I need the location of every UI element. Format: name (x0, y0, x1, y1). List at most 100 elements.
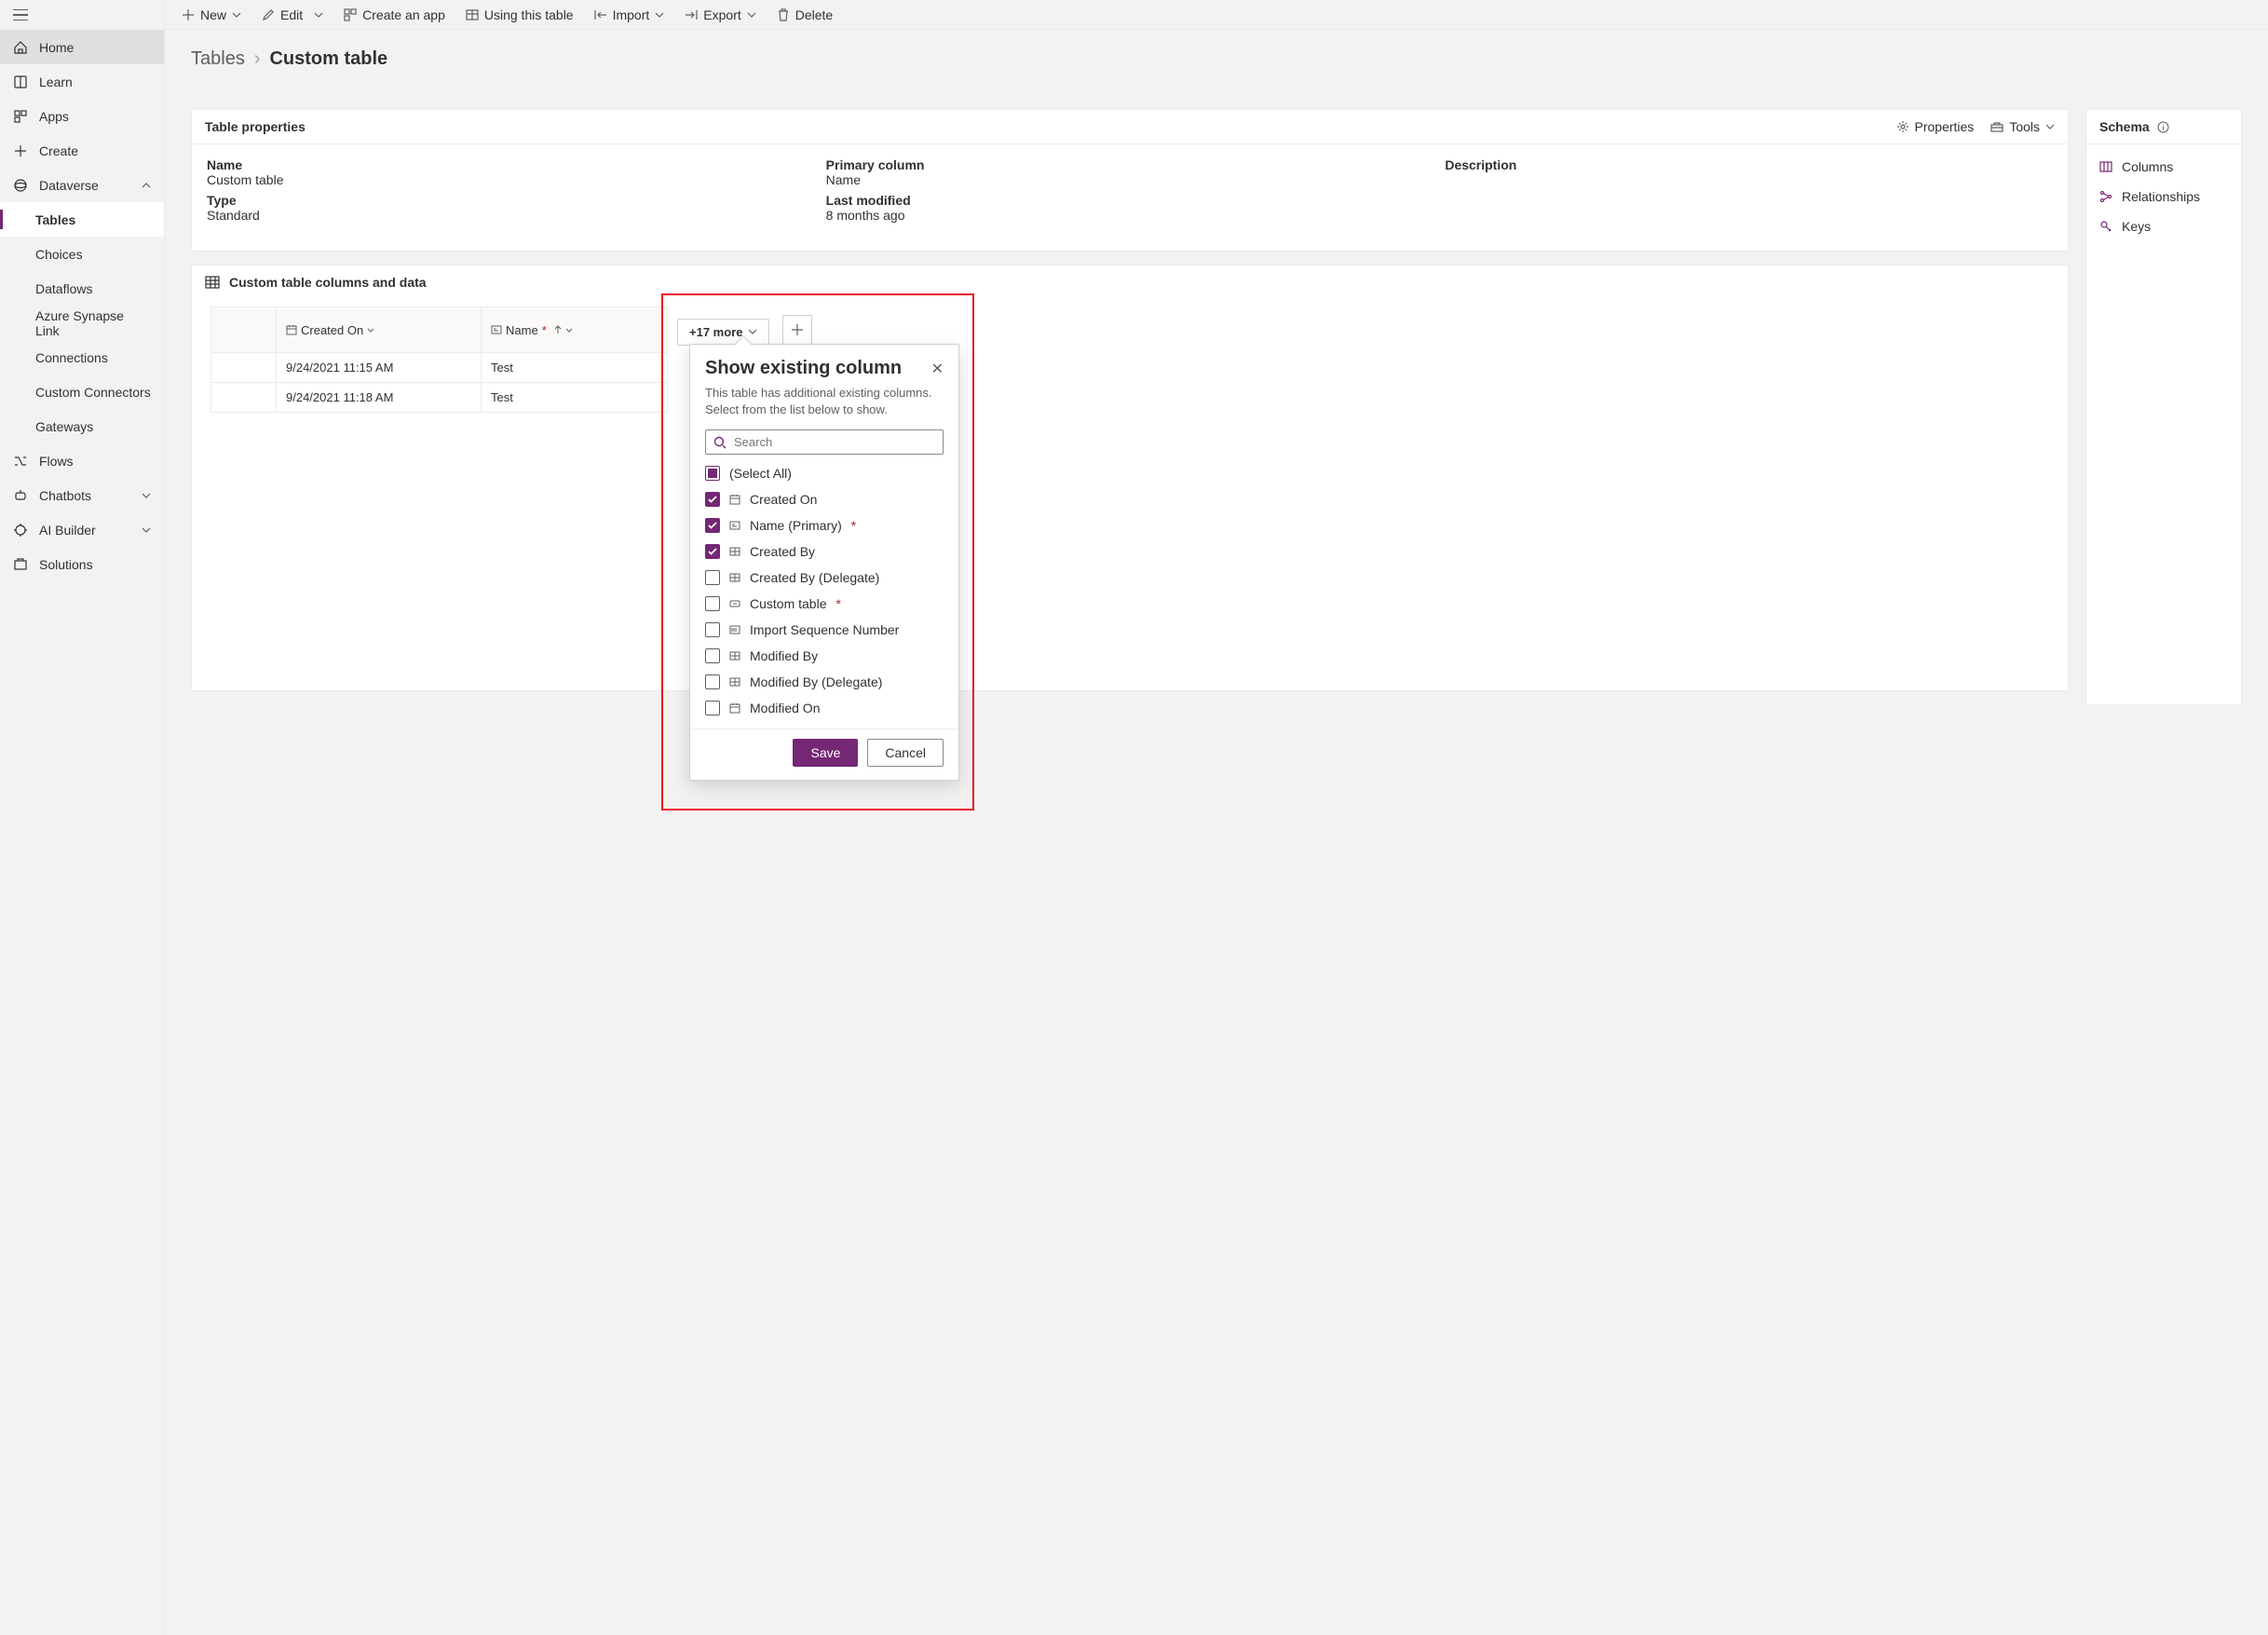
using-this-table-button[interactable]: Using this table (466, 7, 574, 22)
nav-sub-gateways[interactable]: Gateways (0, 409, 164, 443)
type-label: Type (207, 193, 815, 208)
book-icon (13, 75, 28, 89)
checkbox[interactable] (705, 570, 720, 585)
nav-create[interactable]: Create (0, 133, 164, 168)
column-option[interactable]: Created By (Delegate) (705, 570, 940, 585)
breadcrumb-parent[interactable]: Tables (191, 48, 245, 70)
checkbox[interactable] (705, 701, 720, 715)
cmd-label: Export (703, 7, 740, 22)
select-all-label: (Select All) (729, 466, 792, 481)
cell-name: Test (482, 383, 668, 413)
cell-createdon: 9/24/2021 11:18 AM (277, 383, 482, 413)
nav-solutions[interactable]: Solutions (0, 547, 164, 581)
import-button[interactable]: Import (594, 7, 665, 22)
schema-columns[interactable]: Columns (2086, 152, 2241, 182)
chevron-down-icon (2045, 124, 2055, 129)
add-column-button[interactable] (782, 315, 812, 345)
table-row[interactable]: 9/24/2021 11:15 AMTest (211, 353, 2049, 383)
key-icon (729, 598, 740, 609)
main-area: New Edit Create an app Using this table … (165, 0, 2268, 1635)
hamburger-menu[interactable] (0, 0, 164, 30)
select-all-row[interactable]: (Select All) (705, 466, 940, 481)
column-option[interactable]: Created On (705, 492, 940, 507)
create-app-button[interactable]: Create an app (344, 7, 445, 22)
type-value: Standard (207, 208, 815, 223)
nav-sub-custom-connectors[interactable]: Custom Connectors (0, 375, 164, 409)
nav-sub-dataflows[interactable]: Dataflows (0, 271, 164, 306)
chevron-right-icon: › (254, 48, 261, 70)
nav-sub-azure-synapse-link[interactable]: Azure Synapse Link (0, 306, 164, 340)
column-option[interactable]: Modified By (Delegate) (705, 674, 940, 689)
table-icon (466, 8, 479, 21)
schema-keys[interactable]: Keys (2086, 211, 2241, 241)
table-row[interactable]: 9/24/2021 11:18 AMTest (211, 383, 2049, 413)
edit-button[interactable]: Edit (262, 7, 323, 22)
search-input[interactable] (734, 435, 935, 449)
nav-label: Custom Connectors (35, 385, 151, 400)
cmd-label: Using this table (484, 7, 574, 22)
nav-sub-tables[interactable]: Tables (0, 202, 164, 237)
plus-icon (13, 143, 28, 158)
apps-icon (13, 109, 28, 124)
name-value: Custom table (207, 172, 815, 187)
checkbox[interactable] (705, 674, 720, 689)
command-bar: New Edit Create an app Using this table … (165, 0, 2268, 30)
more-columns-button[interactable]: +17 more (677, 319, 769, 346)
chevron-down-icon (748, 329, 757, 334)
checkbox[interactable] (705, 518, 720, 533)
nav-sub-connections[interactable]: Connections (0, 340, 164, 375)
column-option-label: Import Sequence Number (750, 622, 899, 637)
column-option[interactable]: Created By (705, 544, 940, 559)
column-option-label: Modified By (Delegate) (750, 674, 882, 689)
text-icon (729, 520, 740, 531)
schema-relationships[interactable]: Relationships (2086, 182, 2241, 211)
nav-dataverse[interactable]: Dataverse (0, 168, 164, 202)
checkbox[interactable] (705, 648, 720, 663)
export-button[interactable]: Export (685, 7, 755, 22)
column-option[interactable]: Name (Primary) * (705, 518, 940, 533)
data-card-title: Custom table columns and data (229, 275, 427, 290)
nav-ai-builder[interactable]: AI Builder (0, 512, 164, 547)
save-button[interactable]: Save (793, 739, 858, 767)
nav-label: Gateways (35, 419, 93, 434)
close-button[interactable]: ✕ (931, 360, 944, 378)
text-icon (491, 324, 502, 335)
chatbots-icon (13, 488, 28, 503)
column-option[interactable]: Modified By (705, 648, 940, 663)
lookup-icon (729, 676, 740, 688)
columns-data-card: Custom table columns and data (191, 265, 2069, 691)
nav-home[interactable]: Home (0, 30, 164, 64)
column-option[interactable]: Custom table * (705, 596, 940, 611)
cmd-label: New (200, 7, 226, 22)
nav-flows[interactable]: Flows (0, 443, 164, 478)
nav-label: Create (39, 143, 78, 158)
nav-apps[interactable]: Apps (0, 99, 164, 133)
cell-createdon: 9/24/2021 11:15 AM (277, 353, 482, 383)
nav-learn[interactable]: Learn (0, 64, 164, 99)
more-label: +17 more (689, 325, 742, 339)
cmd-label: Edit (280, 7, 303, 22)
flows-icon (13, 454, 28, 469)
checkbox[interactable] (705, 492, 720, 507)
nav-chatbots[interactable]: Chatbots (0, 478, 164, 512)
search-box[interactable] (705, 429, 944, 455)
column-option-label: Modified By (750, 648, 818, 663)
checkbox[interactable] (705, 596, 720, 611)
checkbox[interactable] (705, 544, 720, 559)
schema-title: Schema (2099, 119, 2150, 134)
column-header-createdon[interactable]: Created On (286, 323, 471, 337)
checkbox[interactable] (705, 622, 720, 637)
properties-link[interactable]: Properties (1896, 119, 1975, 134)
new-button[interactable]: New (182, 7, 241, 22)
cancel-button[interactable]: Cancel (867, 739, 944, 767)
nav-sub-choices[interactable]: Choices (0, 237, 164, 271)
delete-button[interactable]: Delete (777, 7, 833, 22)
column-header-name[interactable]: Name * (491, 323, 658, 337)
column-option[interactable]: Import Sequence Number (705, 622, 940, 637)
checkbox-indeterminate[interactable] (705, 466, 720, 481)
info-icon[interactable] (2157, 121, 2169, 133)
gear-icon (1896, 120, 1909, 133)
card-title: Table properties (205, 119, 306, 134)
tools-link[interactable]: Tools (1990, 119, 2055, 134)
column-option[interactable]: Modified On (705, 701, 940, 715)
